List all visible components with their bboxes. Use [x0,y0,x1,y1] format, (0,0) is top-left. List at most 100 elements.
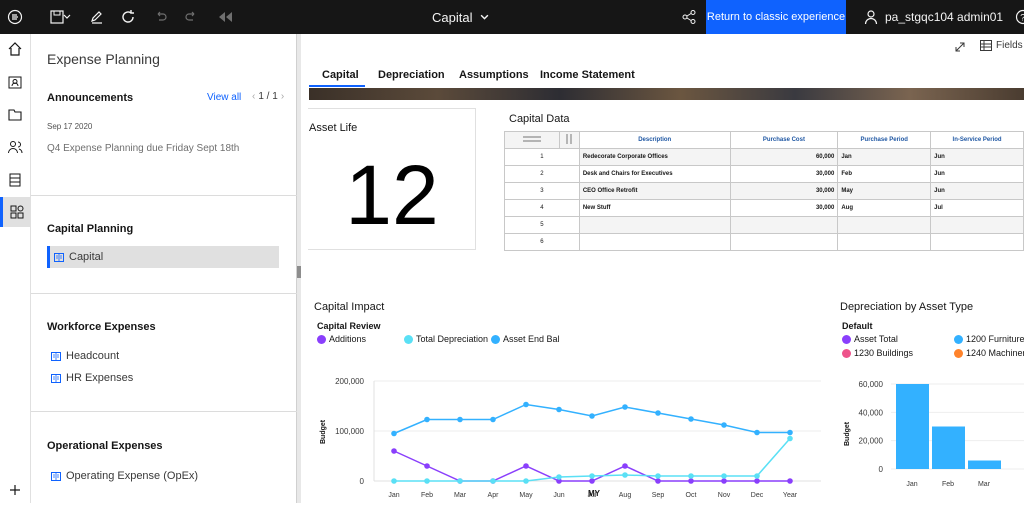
in-service-period-cell[interactable]: Jul [931,200,1024,217]
top-bar: Capital Return to classic experience pa_… [0,0,1024,34]
purchase-period-cell[interactable]: May [838,183,931,200]
data-point [622,472,628,478]
expand-icon[interactable] [954,40,966,58]
column-header[interactable]: Purchase Cost [730,132,838,149]
table-row[interactable]: 2Desk and Chairs for Executives30,000Feb… [505,166,1024,183]
legend-asset-total[interactable]: Asset Total [842,334,898,344]
row-number: 3 [505,183,580,200]
purchase-period-cell[interactable]: Aug [838,200,931,217]
data-point [787,436,793,442]
user-icon[interactable] [858,0,884,34]
x-tick-label: Oct [686,492,697,499]
in-service-period-cell[interactable] [931,217,1024,234]
return-classic-button[interactable]: Return to classic experience [706,0,846,34]
purchase-cost-cell[interactable] [730,217,838,234]
rows-handle-icon[interactable] [523,136,541,142]
column-header[interactable]: Description [579,132,730,149]
legend-1200-furniture[interactable]: 1200 Furniture [954,334,1024,344]
legend-label: 1230 Buildings [854,348,913,358]
in-service-period-cell[interactable]: Jun [931,149,1024,166]
x-tick-label: Mar [978,481,991,488]
folder-icon[interactable] [0,100,30,130]
description-cell[interactable] [579,234,730,251]
legend-total-depreciation[interactable]: Total Depreciation [404,334,488,344]
edit-icon[interactable] [84,0,110,34]
in-service-period-cell[interactable] [931,234,1024,251]
column-header[interactable]: In-Service Period [931,132,1024,149]
nav-item-headcount[interactable]: Headcount [47,345,119,367]
tab-income-statement[interactable]: Income Statement [540,69,635,81]
purchase-period-cell[interactable]: Jan [838,149,931,166]
rewind-icon[interactable] [212,0,238,34]
table-row[interactable]: 5 [505,217,1024,234]
users-icon[interactable] [0,132,30,162]
workforce-expenses-section: Workforce Expenses Headcount HR Expenses [31,294,297,412]
purchase-cost-cell[interactable] [730,234,838,251]
purchase-cost-cell[interactable]: 30,000 [730,166,838,183]
purchase-cost-cell[interactable]: 30,000 [730,200,838,217]
database-icon[interactable] [0,165,30,195]
row-number: 5 [505,217,580,234]
purchase-period-cell[interactable]: Feb [838,166,931,183]
x-tick-label: Jan [388,492,399,499]
y-axis-label: Budget [844,421,851,446]
purchase-period-cell[interactable] [838,234,931,251]
description-cell[interactable]: CEO Office Retrofit [579,183,730,200]
document-title[interactable]: Capital [432,0,489,34]
fields-toggle[interactable]: Fields [980,40,1023,51]
in-service-period-cell[interactable]: Jun [931,166,1024,183]
tab-capital[interactable]: Capital [322,69,359,81]
table-row[interactable]: 1Redecorate Corporate Offices60,000JanJu… [505,149,1024,166]
share-icon[interactable] [676,0,702,34]
capital-review-subtitle: Capital Review [317,321,381,331]
legend-1240-machinery[interactable]: 1240 Machinery [954,348,1024,358]
legend-asset-end-bal[interactable]: Asset End Bal [491,334,560,344]
legend-label: Asset End Bal [503,334,560,344]
legend-1230-buildings[interactable]: 1230 Buildings [842,348,913,358]
purchase-cost-cell[interactable]: 60,000 [730,149,838,166]
table-icon [980,40,992,51]
table-row[interactable]: 6 [505,234,1024,251]
chevron-down-icon [480,13,489,22]
contact-card-icon[interactable] [0,67,30,97]
home-icon[interactable] [0,34,30,64]
add-icon[interactable] [0,475,30,505]
fields-label: Fields [996,40,1023,51]
chevron-left-icon[interactable]: ‹ [252,91,255,102]
row-number: 1 [505,149,580,166]
legend-additions[interactable]: Additions [317,334,366,344]
nav-item-hr-expenses[interactable]: HR Expenses [47,367,133,389]
data-point [391,448,397,454]
user-name[interactable]: pa_stgqc104 admin01 [885,0,1003,34]
menu-icon[interactable] [2,0,28,34]
document-title-label: Capital [432,10,472,25]
description-cell[interactable] [579,217,730,234]
columns-handle-icon[interactable] [566,134,572,144]
book-icon [51,374,61,383]
table-row[interactable]: 3CEO Office Retrofit30,000MayJun [505,183,1024,200]
purchase-cost-cell[interactable]: 30,000 [730,183,838,200]
applications-icon[interactable] [0,197,30,227]
in-service-period-cell[interactable]: Jun [931,183,1024,200]
legend-swatch [317,335,326,344]
tab-depreciation[interactable]: Depreciation [378,69,445,81]
nav-item-opex[interactable]: Operating Expense (OpEx) [47,465,198,487]
table-row[interactable]: 4New Stuff30,000AugJul [505,200,1024,217]
chevron-right-icon[interactable]: › [281,91,284,102]
column-header[interactable]: Purchase Period [838,132,931,149]
data-point [787,430,793,436]
description-cell[interactable]: Redecorate Corporate Offices [579,149,730,166]
chevron-down-icon[interactable] [60,0,74,34]
purchase-period-cell[interactable] [838,217,931,234]
announcement-text[interactable]: Q4 Expense Planning due Friday Sept 18th [47,143,239,154]
undo-icon[interactable] [148,0,174,34]
description-cell[interactable]: Desk and Chairs for Executives [579,166,730,183]
view-all-link[interactable]: View all [207,92,241,103]
announcements-heading: Announcements [47,92,133,104]
redo-icon[interactable] [178,0,204,34]
refresh-icon[interactable] [115,0,141,34]
description-cell[interactable]: New Stuff [579,200,730,217]
help-icon[interactable]: ? [1010,0,1024,34]
nav-item-capital[interactable]: Capital [47,246,279,268]
tab-assumptions[interactable]: Assumptions [459,69,529,81]
